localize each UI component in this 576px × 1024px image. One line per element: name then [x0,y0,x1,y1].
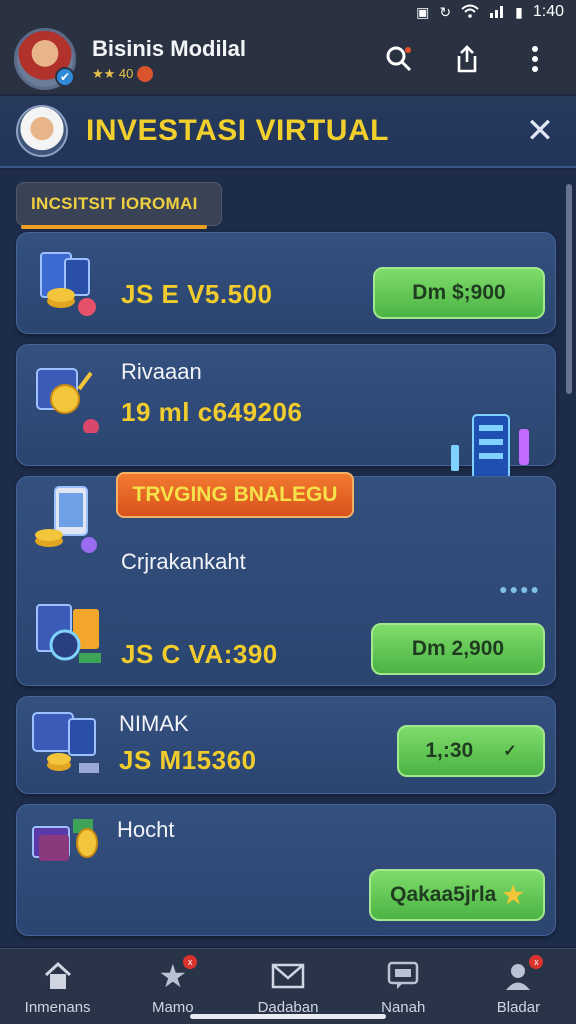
investment-coins-icon [40,252,96,316]
app-header: ✔ Bisinis Modilal ★★ 40 [0,24,576,94]
search-button[interactable] [382,42,416,76]
chat-icon [387,959,419,993]
nav-item-profile[interactable]: x Bladar [461,949,576,1024]
card-amount: JS C VA:390 [121,639,278,669]
investment-card[interactable]: JS E V5.500 Dm $;900 [16,232,556,334]
nav-label: Inmenans [24,999,91,1016]
app-subtitle: ★★ 40 [92,66,382,82]
card-label: Crjrakankaht [121,549,246,574]
card-label: Rivaaan [121,359,202,384]
card-label: NIMAK [119,711,189,736]
sync-icon: ↻ [439,3,452,20]
signal-icon [489,4,505,21]
avatar[interactable]: ✔ [14,28,76,90]
button-label: 1,:30 [425,739,474,762]
nav-item-star[interactable]: ★ x Mamo [115,949,230,1024]
rating-label: ★★ 40 [92,66,134,81]
investment-chart-icon [36,368,99,433]
more-button[interactable] [518,42,552,76]
status-bar: ▣ ↻ ▮ 1:40 [0,0,576,24]
check-icon: ✓ [503,743,517,760]
scrollbar[interactable] [566,184,572,944]
card-amount: JS M15360 [119,745,257,775]
invest-button[interactable]: Dm 2,900 [371,623,545,675]
scrollbar-thumb[interactable] [566,184,572,394]
more-vert-icon [532,46,538,72]
level-badge-icon [137,66,154,82]
card-amount: 19 ml c649206 [121,397,303,427]
nav-item-chat[interactable]: Nanah [346,949,461,1024]
section-tab[interactable]: INCSITSIT IOROMAI [16,182,222,229]
home-indicator[interactable] [190,1014,386,1019]
carousel-dots[interactable]: ●●●● [499,581,541,597]
nav-item-mail[interactable]: Dadaban [230,949,345,1024]
modal-avatar [16,105,68,157]
nav-label: Nanah [381,999,426,1016]
app-title: Bisinis Modilal [92,36,247,61]
investment-list[interactable]: INCSITSIT IOROMAI JS E V5.500 Dm $;900 R… [0,170,576,946]
investment-card-icon [36,604,101,663]
investment-card[interactable]: NIMAK JS M15360 1,:30 ✓ [16,696,556,794]
invest-button[interactable]: Dm $;900 [373,267,545,319]
nav-label: Bladar [496,999,541,1016]
modal-header: INVESTASI VIRTUAL ✕ [0,96,576,168]
investment-card[interactable]: Hocht Qakaa5jrla ★ [16,804,556,936]
battery-icon: ▮ [515,3,523,20]
trending-badge: TRVGING BNALEGU [116,472,354,518]
nav-item-home[interactable]: Inmenans [0,949,115,1024]
notification-badge: x [529,955,544,969]
investment-wallet-icon [32,819,98,861]
investment-tablet-icon [32,712,99,773]
share-icon [457,45,477,73]
user-icon: x [503,955,544,993]
modal-title: INVESTASI VIRTUAL [86,114,389,147]
nav-label: Mamo [151,999,194,1016]
search-icon [386,46,412,72]
star-icon: ★ x [158,955,198,994]
share-button[interactable] [450,42,484,76]
star-icon: ★ [502,881,524,909]
close-button[interactable]: ✕ [520,111,560,151]
notification-badge: x [183,955,198,969]
wifi-icon [461,4,479,21]
home-icon [42,959,74,993]
verified-icon: ✔ [55,67,75,87]
invest-button[interactable]: Qakaa5jrla ★ [369,869,545,921]
status-time: 1:40 [532,3,564,20]
investment-card[interactable]: Rivaaan 19 ml c649206 [16,344,556,495]
notification-icon: ▣ [416,3,430,20]
bottom-navigation: Inmenans ★ x Mamo Dadaban Nanah x Bladar [0,948,576,1024]
mail-icon [271,959,305,993]
card-label: Hocht [117,817,175,842]
investment-phone-icon [35,486,97,553]
button-label: Qakaa5jrla [390,883,497,906]
invest-button[interactable]: 1,:30 ✓ [397,725,545,777]
card-amount: JS E V5.500 [121,279,273,309]
